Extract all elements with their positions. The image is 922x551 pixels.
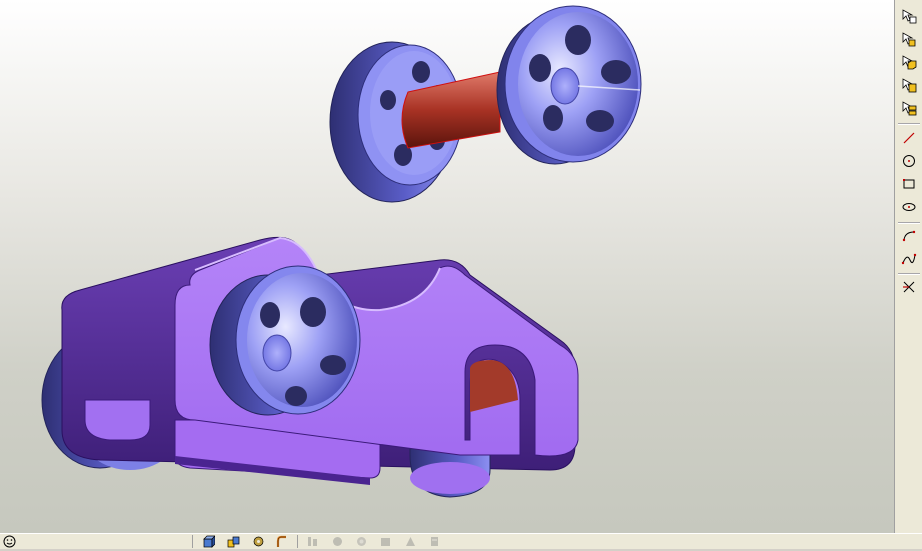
select-edge-icon[interactable] xyxy=(899,6,919,26)
part-icon[interactable] xyxy=(202,535,216,548)
model-canvas[interactable] xyxy=(0,0,894,533)
disabled-tool-5 xyxy=(404,535,417,548)
disabled-tool-2 xyxy=(331,535,344,548)
3d-viewport[interactable] xyxy=(0,0,894,533)
disabled-tool-6 xyxy=(428,535,441,548)
disabled-tool-4 xyxy=(379,535,392,548)
circle-icon[interactable] xyxy=(899,151,919,171)
ellipse-icon[interactable] xyxy=(899,197,919,217)
select-body-icon[interactable] xyxy=(899,52,919,72)
disabled-tool-1 xyxy=(306,535,319,548)
line-icon[interactable] xyxy=(899,128,919,148)
select-component-icon[interactable] xyxy=(899,75,919,95)
disabled-tool-3 xyxy=(355,535,368,548)
select-all-icon[interactable] xyxy=(899,98,919,118)
select-face-icon[interactable] xyxy=(899,29,919,49)
rectangle-icon[interactable] xyxy=(899,174,919,194)
arc-icon[interactable] xyxy=(899,226,919,246)
bend-icon[interactable] xyxy=(276,535,289,548)
trim-icon[interactable] xyxy=(899,277,919,297)
assembly-icon[interactable] xyxy=(227,535,240,548)
status-message-cell xyxy=(22,535,193,548)
car-body-assembly[interactable] xyxy=(41,236,579,498)
right-toolbar xyxy=(894,0,922,533)
spline-icon[interactable] xyxy=(899,249,919,269)
wheel-axle-assembly[interactable] xyxy=(329,4,643,203)
gear-icon[interactable] xyxy=(252,535,265,548)
status-bar xyxy=(0,533,922,549)
smiley-icon[interactable] xyxy=(3,535,16,548)
status-separator xyxy=(296,535,298,548)
